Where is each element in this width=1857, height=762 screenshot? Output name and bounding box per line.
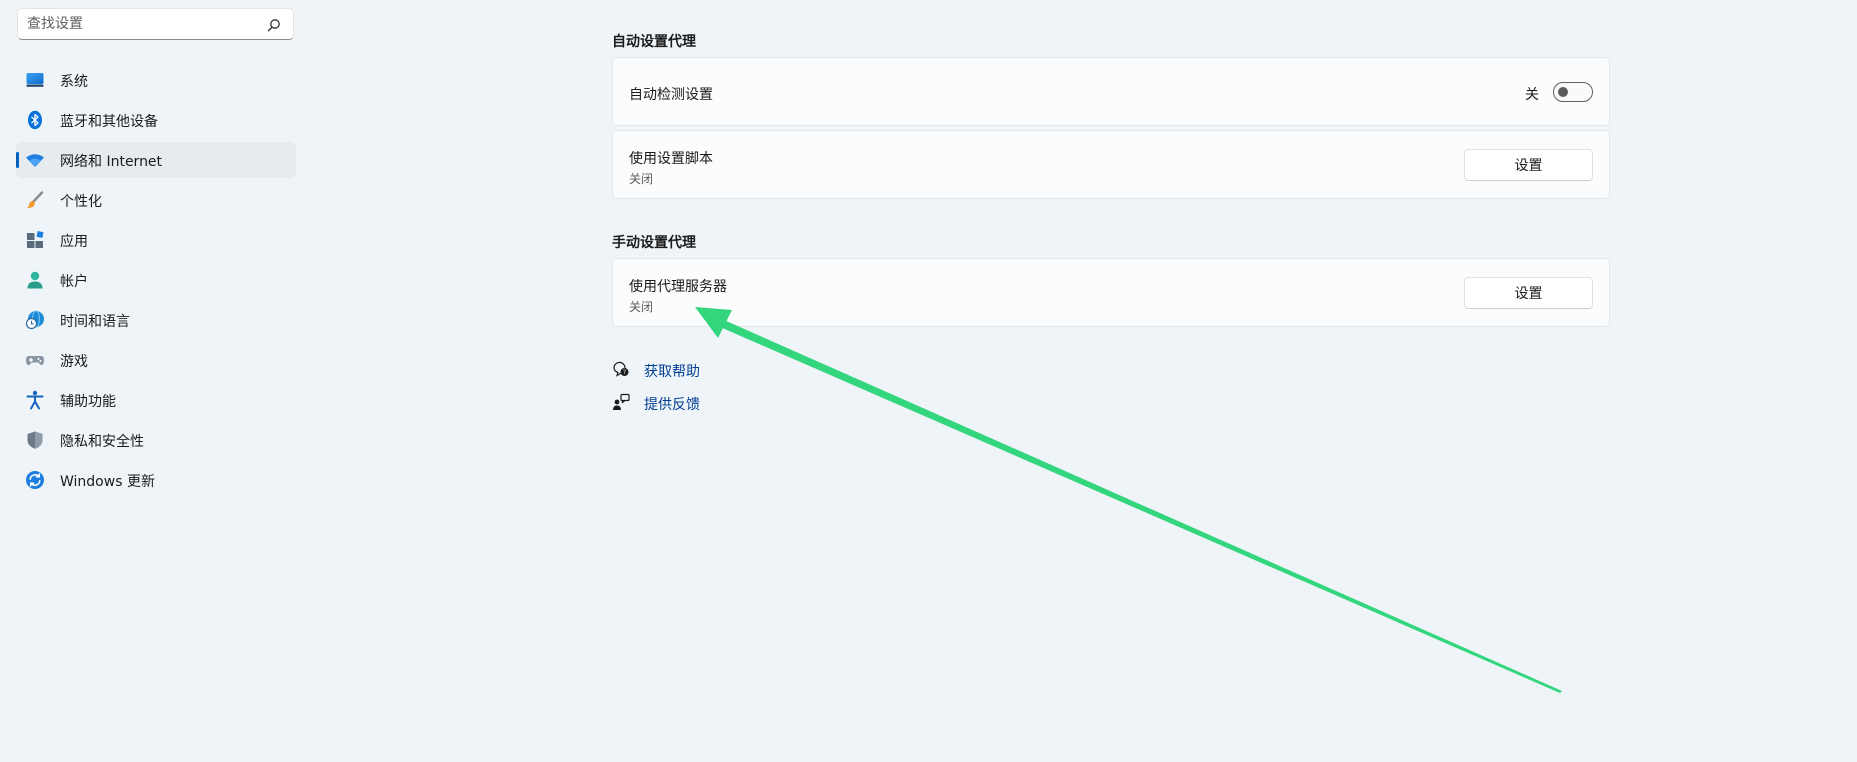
- shield-icon: [27, 431, 43, 449]
- search-input[interactable]: [27, 14, 247, 34]
- sidebar-item-personalization[interactable]: 个性化: [16, 182, 296, 218]
- main-content: 自动设置代理 自动检测设置 关 使用设置脚本 关闭 设置 手动设置代理 使用代理…: [612, 0, 1612, 762]
- bluetooth-icon: [28, 110, 42, 130]
- toggle-knob: [1558, 87, 1568, 97]
- nav-list: 系统 蓝牙和其他设备 网络和 Internet 个性化 应用 帐户 时间和语言 …: [16, 62, 296, 502]
- manual-proxy-heading: 手动设置代理: [612, 235, 696, 251]
- sidebar-item-network[interactable]: 网络和 Internet: [16, 142, 296, 178]
- active-indicator: [16, 152, 19, 168]
- search-icon[interactable]: [267, 18, 281, 32]
- toggle-state-label: 关: [1525, 87, 1539, 103]
- wifi-icon: [26, 154, 44, 167]
- sidebar-item-system[interactable]: 系统: [16, 62, 296, 98]
- give-feedback-link[interactable]: 提供反馈: [644, 394, 700, 414]
- setup-script-label: 使用设置脚本: [629, 151, 713, 167]
- auto-detect-card: 自动检测设置 关: [612, 57, 1610, 126]
- proxy-server-card: 使用代理服务器 关闭 设置: [612, 258, 1610, 327]
- accessibility-icon: [26, 390, 44, 410]
- sidebar-item-label: 游戏: [60, 354, 88, 370]
- update-icon: [26, 471, 44, 489]
- sidebar-item-bluetooth[interactable]: 蓝牙和其他设备: [16, 102, 296, 138]
- sidebar-item-label: 帐户: [60, 274, 88, 290]
- sidebar-item-label: 应用: [60, 234, 88, 250]
- globe-clock-icon: [25, 310, 44, 330]
- sidebar-item-label: 蓝牙和其他设备: [60, 114, 158, 130]
- sidebar-item-label: 辅助功能: [60, 394, 116, 410]
- sidebar-item-label: 网络和 Internet: [60, 154, 163, 170]
- monitor-icon: [26, 73, 44, 87]
- sidebar-item-time-language[interactable]: 时间和语言: [16, 302, 296, 338]
- auto-proxy-heading: 自动设置代理: [612, 34, 696, 50]
- help-chat-icon: ?: [613, 361, 629, 377]
- sidebar-item-windows-update[interactable]: Windows 更新: [16, 462, 296, 498]
- proxy-server-setup-button[interactable]: 设置: [1464, 277, 1593, 309]
- apps-icon: [27, 230, 44, 248]
- feedback-icon: [613, 393, 630, 410]
- sidebar-item-accessibility[interactable]: 辅助功能: [16, 382, 296, 418]
- sidebar-item-label: Windows 更新: [60, 474, 155, 490]
- gamepad-icon: [26, 356, 44, 365]
- auto-detect-label: 自动检测设置: [629, 87, 713, 103]
- sidebar-item-label: 时间和语言: [60, 314, 130, 330]
- sidebar-item-privacy[interactable]: 隐私和安全性: [16, 422, 296, 458]
- proxy-server-status: 关闭: [629, 300, 654, 314]
- sidebar-item-label: 个性化: [60, 194, 102, 210]
- sidebar-item-gaming[interactable]: 游戏: [16, 342, 296, 378]
- search-box[interactable]: [17, 8, 294, 40]
- svg-text:?: ?: [623, 369, 626, 376]
- person-icon: [27, 271, 43, 289]
- sidebar: 系统 蓝牙和其他设备 网络和 Internet 个性化: [0, 0, 310, 762]
- sidebar-item-label: 隐私和安全性: [60, 434, 144, 450]
- setup-script-status: 关闭: [629, 172, 654, 186]
- get-help-link[interactable]: 获取帮助: [644, 361, 700, 381]
- auto-detect-toggle[interactable]: [1553, 82, 1593, 102]
- sidebar-item-apps[interactable]: 应用: [16, 222, 296, 258]
- setup-script-button[interactable]: 设置: [1464, 149, 1593, 181]
- sidebar-item-accounts[interactable]: 帐户: [16, 262, 296, 298]
- proxy-server-label: 使用代理服务器: [629, 279, 727, 295]
- setup-script-card: 使用设置脚本 关闭 设置: [612, 130, 1610, 199]
- brush-icon: [26, 191, 44, 208]
- sidebar-item-label: 系统: [60, 74, 88, 90]
